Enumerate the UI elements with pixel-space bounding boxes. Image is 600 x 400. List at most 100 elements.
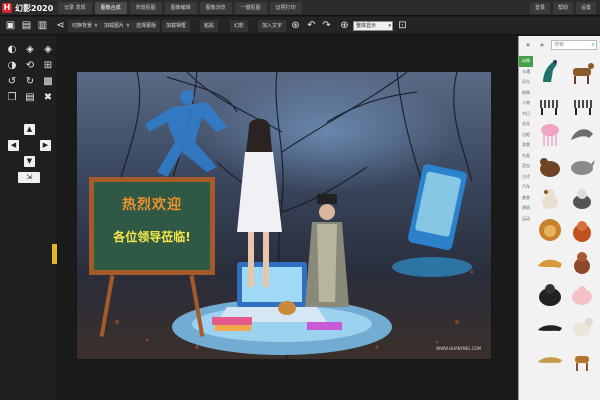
category-list: 动物 卡通 风光 植物 人物 节日 花朵 边框 背景 鸟类 昆虫 古代 汽车 美…: [519, 56, 533, 224]
undo-icon[interactable]: ↶: [305, 19, 318, 32]
add-image-label: 加载图片: [104, 23, 125, 29]
husky-thumbnail[interactable]: [567, 184, 597, 214]
crop-icon[interactable]: ⊞: [42, 60, 54, 72]
category-item[interactable]: 卡通: [519, 67, 533, 78]
move-left-icon[interactable]: ◀: [8, 140, 19, 151]
category-item[interactable]: 风光: [519, 77, 533, 88]
category-item[interactable]: 背景: [519, 140, 533, 151]
move-down-icon[interactable]: ▼: [24, 156, 35, 167]
search-placeholder: 搜索: [554, 42, 565, 48]
board-title: 热烈欢迎: [122, 197, 182, 213]
jellyfish-thumbnail[interactable]: [535, 120, 565, 150]
category-item[interactable]: 人物: [519, 98, 533, 109]
move-up-icon[interactable]: ▲: [24, 124, 35, 135]
chevrons-right-icon[interactable]: »: [537, 40, 547, 50]
category-item[interactable]: 建筑: [519, 203, 533, 214]
image-icon[interactable]: ▩: [42, 76, 54, 88]
cheetah-thumbnail[interactable]: [535, 344, 565, 374]
orangutan-thumbnail[interactable]: [567, 216, 597, 246]
rotate-icon[interactable]: ⟲: [24, 60, 36, 72]
app-window: H 幻影2020 记录 发现 图像合成 背景抠图 图像编辑 图像浏览 一键抠图 …: [0, 0, 600, 400]
rotate-left-icon[interactable]: ↺: [6, 76, 18, 88]
select-mask-button[interactable]: 选择蒙版: [132, 20, 161, 32]
canvas-area: 热烈欢迎 各位领导莅临! WWW.HUANYING.COM: [58, 36, 518, 400]
category-item[interactable]: 美食: [519, 193, 533, 204]
deer-thumbnail[interactable]: [567, 344, 597, 374]
menu-edit[interactable]: 图像编辑: [164, 2, 197, 14]
app-title: 幻影2020: [15, 3, 54, 13]
rhino-thumbnail[interactable]: [567, 152, 597, 182]
zebra-thumbnail[interactable]: [567, 88, 597, 118]
chevrons-left-icon[interactable]: «: [523, 40, 533, 50]
app-logo: H 幻影2020: [2, 2, 53, 14]
paste-button[interactable]: 粘贴: [200, 20, 219, 32]
menu-oneclick[interactable]: 一键抠图: [234, 2, 267, 14]
welcome-chalkboard[interactable]: 热烈欢迎 各位领导莅临!: [89, 177, 215, 275]
dropdown-arrow-icon: ▼: [126, 23, 130, 29]
fullscreen-icon[interactable]: ⊡: [396, 19, 409, 32]
dropdown-arrow-icon: ▼: [94, 23, 98, 29]
lion-thumbnail[interactable]: [535, 216, 565, 246]
category-item[interactable]: 植物: [519, 88, 533, 99]
resize-icon[interactable]: ⇲: [18, 172, 40, 183]
layer-down-icon[interactable]: ◈: [42, 44, 54, 56]
search-icon[interactable]: ⌕: [592, 41, 595, 49]
leopard-thumbnail[interactable]: [535, 248, 565, 278]
watermark-text: WWW.HUANYING.COM: [436, 346, 481, 351]
pig-thumbnail[interactable]: [567, 280, 597, 310]
share-icon[interactable]: ⋖: [54, 19, 67, 32]
category-item[interactable]: 花朵: [519, 119, 533, 130]
clipboard-icon[interactable]: ▤: [24, 92, 36, 104]
material-library: « » 搜索 ⌕ 动物 卡通 风光 植物 人物 节日 花朵 边框 背景 鸟类 昆…: [518, 36, 600, 400]
add-text-button[interactable]: 加入文字: [258, 20, 287, 32]
design-canvas[interactable]: 热烈欢迎 各位领导莅临! WWW.HUANYING.COM: [77, 72, 491, 359]
menu-print[interactable]: 证照打印: [269, 2, 302, 14]
magic-wand-icon[interactable]: ⊛: [289, 19, 302, 32]
add-frame-button[interactable]: 加载相框: [162, 20, 191, 32]
redo-icon[interactable]: ↷: [320, 19, 333, 32]
category-item[interactable]: 运动: [519, 214, 533, 225]
peacock-thumbnail[interactable]: [535, 56, 565, 86]
category-item[interactable]: 鸟类: [519, 151, 533, 162]
menu-record[interactable]: 记录 发现: [58, 2, 92, 14]
menu-composite[interactable]: 图像合成: [94, 2, 127, 14]
copy-image-icon[interactable]: ❐: [6, 92, 18, 104]
panther-thumbnail[interactable]: [535, 312, 565, 342]
add-image-button[interactable]: 加载图片 ▼: [100, 20, 134, 32]
gorilla-thumbnail[interactable]: [535, 280, 565, 310]
rotate-right-icon[interactable]: ↻: [24, 76, 36, 88]
slideshow-button[interactable]: 幻影: [230, 20, 249, 32]
category-item[interactable]: 节日: [519, 109, 533, 120]
settings-button[interactable]: 设置: [575, 2, 596, 14]
seal-thumbnail[interactable]: [567, 120, 597, 150]
move-right-icon[interactable]: ▶: [40, 140, 51, 151]
delete-icon[interactable]: ✖: [42, 92, 54, 104]
dog-thumbnail[interactable]: [535, 184, 565, 214]
login-button[interactable]: 登录: [529, 2, 550, 14]
zebra-thumbnail[interactable]: [535, 88, 565, 118]
switch-bg-button[interactable]: 切换背景 ▼: [68, 20, 102, 32]
menu-browse[interactable]: 图像浏览: [199, 2, 232, 14]
save-file-icon[interactable]: ▥: [36, 19, 49, 32]
zoom-select-value: 整体显示: [356, 23, 377, 29]
flip-icon[interactable]: ◑: [6, 60, 18, 72]
menu-cutout[interactable]: 背景抠图: [129, 2, 162, 14]
goat-thumbnail[interactable]: [567, 56, 597, 86]
library-search-input[interactable]: 搜索 ⌕: [551, 40, 597, 50]
monkey-thumbnail[interactable]: [567, 248, 597, 278]
ram-thumbnail[interactable]: [567, 312, 597, 342]
zoom-select[interactable]: 整体显示 ▾: [353, 21, 393, 31]
help-button[interactable]: 帮助: [552, 2, 573, 14]
category-item[interactable]: 汽车: [519, 182, 533, 193]
category-item[interactable]: 动物: [519, 56, 533, 67]
category-item[interactable]: 边框: [519, 130, 533, 141]
open-file-icon[interactable]: ▤: [20, 19, 33, 32]
contrast-icon[interactable]: ◐: [6, 44, 18, 56]
bear-thumbnail[interactable]: [535, 152, 565, 182]
panel-collapse-handle[interactable]: [52, 244, 57, 264]
category-item[interactable]: 昆虫: [519, 161, 533, 172]
category-item[interactable]: 古代: [519, 172, 533, 183]
new-file-icon[interactable]: ▣: [4, 19, 17, 32]
zoom-icon[interactable]: ⊕: [338, 19, 351, 32]
layer-up-icon[interactable]: ◈: [24, 44, 36, 56]
